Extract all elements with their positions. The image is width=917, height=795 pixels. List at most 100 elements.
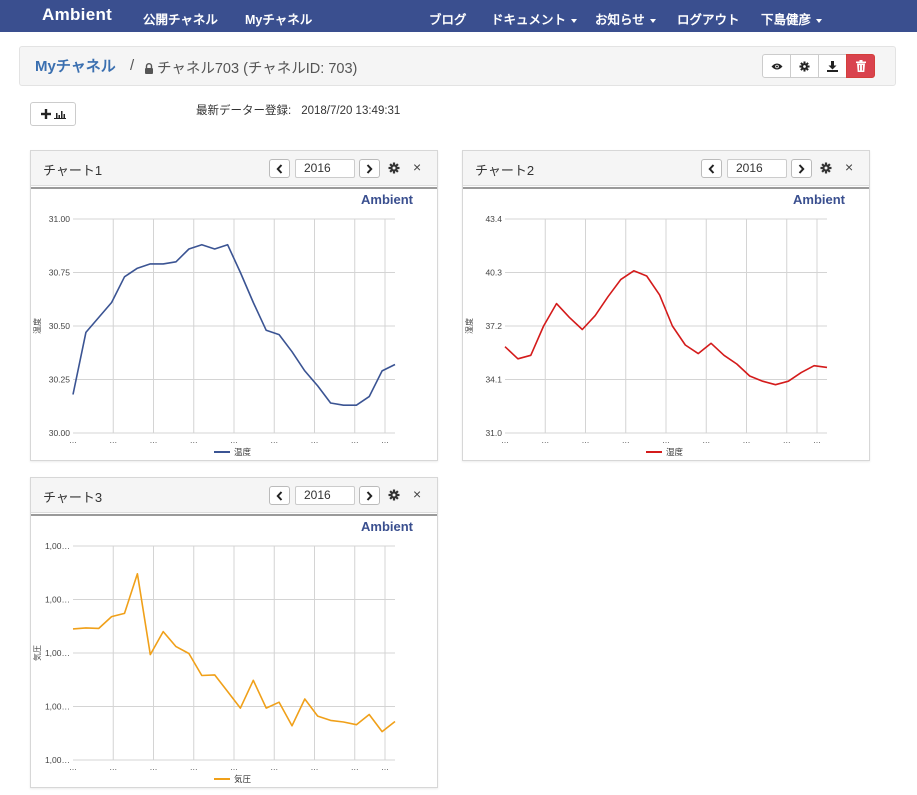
line-chart: 1,00…1,00…1,00…1,00…1,00……………………… …気圧気圧: [32, 541, 396, 784]
y-tick-label: 43.4: [485, 214, 502, 224]
y-tick-label: 30.50: [49, 321, 71, 331]
x-tick-label: …: [150, 763, 158, 772]
y-tick-label: 34.1: [485, 375, 502, 385]
plus-icon: [40, 109, 51, 119]
x-tick-label: …: [381, 763, 389, 772]
brand-logo[interactable]: Ambient: [42, 5, 112, 25]
legend-label: 気圧: [234, 774, 252, 784]
chevron-left-icon: [708, 163, 715, 174]
next-year-button[interactable]: [791, 159, 812, 178]
chart-body: Ambient 43.4 40.3 37.2 34.1 31.0……………………… 湿度湿…: [463, 187, 869, 461]
chart-title: チャート2: [475, 163, 535, 178]
chart-title: チャート3: [43, 490, 103, 505]
y-tick-label: 37.2: [485, 321, 502, 331]
y-tick-label: 1,00…: [45, 702, 70, 712]
x-tick-label: …: [69, 436, 77, 445]
chart-settings-button[interactable]: [386, 160, 402, 176]
y-tick-label: 1,00…: [45, 755, 70, 765]
download-button[interactable]: [818, 54, 847, 78]
breadcrumb: Myチャネル / チャネル703 (チャネルID: 703): [19, 46, 896, 86]
view-button[interactable]: [762, 54, 791, 78]
close-chart-button[interactable]: ×: [845, 159, 853, 175]
y-tick-label: 1,00…: [45, 595, 70, 605]
x-tick-label: …: [311, 763, 319, 772]
chart-settings-button[interactable]: [818, 160, 834, 176]
year-input[interactable]: 2016: [727, 159, 787, 178]
y-axis-label: 気圧: [32, 645, 42, 661]
close-chart-button[interactable]: ×: [413, 159, 421, 175]
add-chart-button[interactable]: [30, 102, 76, 126]
chart-settings-button[interactable]: [386, 487, 402, 503]
x-tick-label: …: [351, 436, 359, 445]
prev-year-button[interactable]: [269, 159, 290, 178]
nav-public-channels[interactable]: 公開チャネル: [143, 9, 218, 28]
year-input[interactable]: 2016: [295, 159, 355, 178]
chevron-right-icon: [366, 163, 373, 174]
close-chart-button[interactable]: ×: [413, 486, 421, 502]
trash-icon: [855, 60, 866, 72]
x-tick-label: …: [501, 436, 509, 445]
next-year-button[interactable]: [359, 486, 380, 505]
channel-title: チャネル703 (チャネルID: 703): [144, 57, 357, 78]
chart-panel-3: チャート3 2016 × Ambient 1,00… 1,00… 1,00… 1,00…: [30, 477, 438, 788]
x-tick-label: …: [582, 436, 590, 445]
chart-panel-1: チャート1 2016 × Ambient 31.00 30.75 30.50 30.2…: [30, 150, 438, 461]
x-tick-label: …: [311, 436, 319, 445]
prev-year-button[interactable]: [269, 486, 290, 505]
x-tick-label: …: [69, 763, 77, 772]
y-axis-label: 湿度: [464, 318, 474, 334]
x-tick-label: …: [270, 436, 278, 445]
gear-icon: [388, 489, 400, 501]
x-tick-label: …: [813, 436, 821, 445]
nav-news[interactable]: お知らせ: [595, 9, 656, 28]
channel-title-text: チャネル703 (チャネルID: 703): [157, 61, 358, 77]
y-tick-label: 1,00…: [45, 648, 70, 658]
y-axis-label: 温度: [32, 318, 42, 334]
legend-label: 温度: [234, 447, 252, 457]
gear-icon: [388, 162, 400, 174]
gear-icon: [820, 162, 832, 174]
chevron-right-icon: [366, 490, 373, 501]
chart-title: チャート1: [43, 163, 103, 178]
breadcrumb-my-channels-link[interactable]: Myチャネル: [35, 55, 116, 76]
legend-label: 湿度: [666, 447, 684, 457]
x-tick-label: …: [541, 436, 549, 445]
y-tick-label: 30.75: [49, 268, 71, 278]
x-tick-label: …: [230, 436, 238, 445]
y-tick-label: 30.25: [49, 375, 71, 385]
download-icon: [827, 60, 838, 72]
x-tick-label: …: [190, 763, 198, 772]
breadcrumb-separator: /: [130, 57, 135, 74]
nav-blog[interactable]: ブログ: [429, 9, 467, 28]
x-tick-label: …: [230, 763, 238, 772]
nav-user-menu[interactable]: 下島健彦: [761, 9, 823, 28]
top-navbar: Ambient 公開チャネル Myチャネル ブログ ドキュメント お知らせ ログ…: [0, 0, 917, 32]
chart-header: チャート1 2016 ×: [31, 151, 437, 186]
last-update: 最新データー登録: 2018/7/20 13:49:31: [196, 102, 400, 118]
chart-header: チャート3 2016 ×: [31, 478, 437, 513]
x-tick-label: …: [150, 436, 158, 445]
last-update-label: 最新データー登録:: [196, 105, 292, 117]
y-tick-label: 40.3: [485, 268, 502, 278]
delete-button[interactable]: [846, 54, 875, 78]
prev-year-button[interactable]: [701, 159, 722, 178]
last-update-value: 2018/7/20 13:49:31: [301, 105, 401, 117]
x-tick-label: …: [270, 763, 278, 772]
nav-my-channels[interactable]: Myチャネル: [245, 9, 312, 28]
lock-icon: [145, 63, 153, 74]
x-tick-label: …: [622, 436, 630, 445]
year-input[interactable]: 2016: [295, 486, 355, 505]
nav-logout[interactable]: ログアウト: [677, 9, 740, 28]
line-chart: 43.440.337.234.131.0…………………… …湿度湿度: [464, 214, 828, 457]
gear-icon: [799, 60, 810, 72]
y-tick-label: 1,00…: [45, 541, 70, 551]
line-chart: 31.0030.7530.5030.2530.00…………………… …温度温度: [32, 214, 396, 457]
next-year-button[interactable]: [359, 159, 380, 178]
x-tick-label: …: [109, 436, 117, 445]
y-tick-label: 30.00: [49, 428, 71, 438]
y-tick-label: 31.00: [49, 214, 71, 224]
chart-body: Ambient 1,00… 1,00… 1,00… 1,00… 1,00………………………: [31, 514, 437, 788]
nav-docs[interactable]: ドキュメント: [491, 9, 578, 28]
settings-button[interactable]: [790, 54, 819, 78]
x-tick-label: …: [190, 436, 198, 445]
